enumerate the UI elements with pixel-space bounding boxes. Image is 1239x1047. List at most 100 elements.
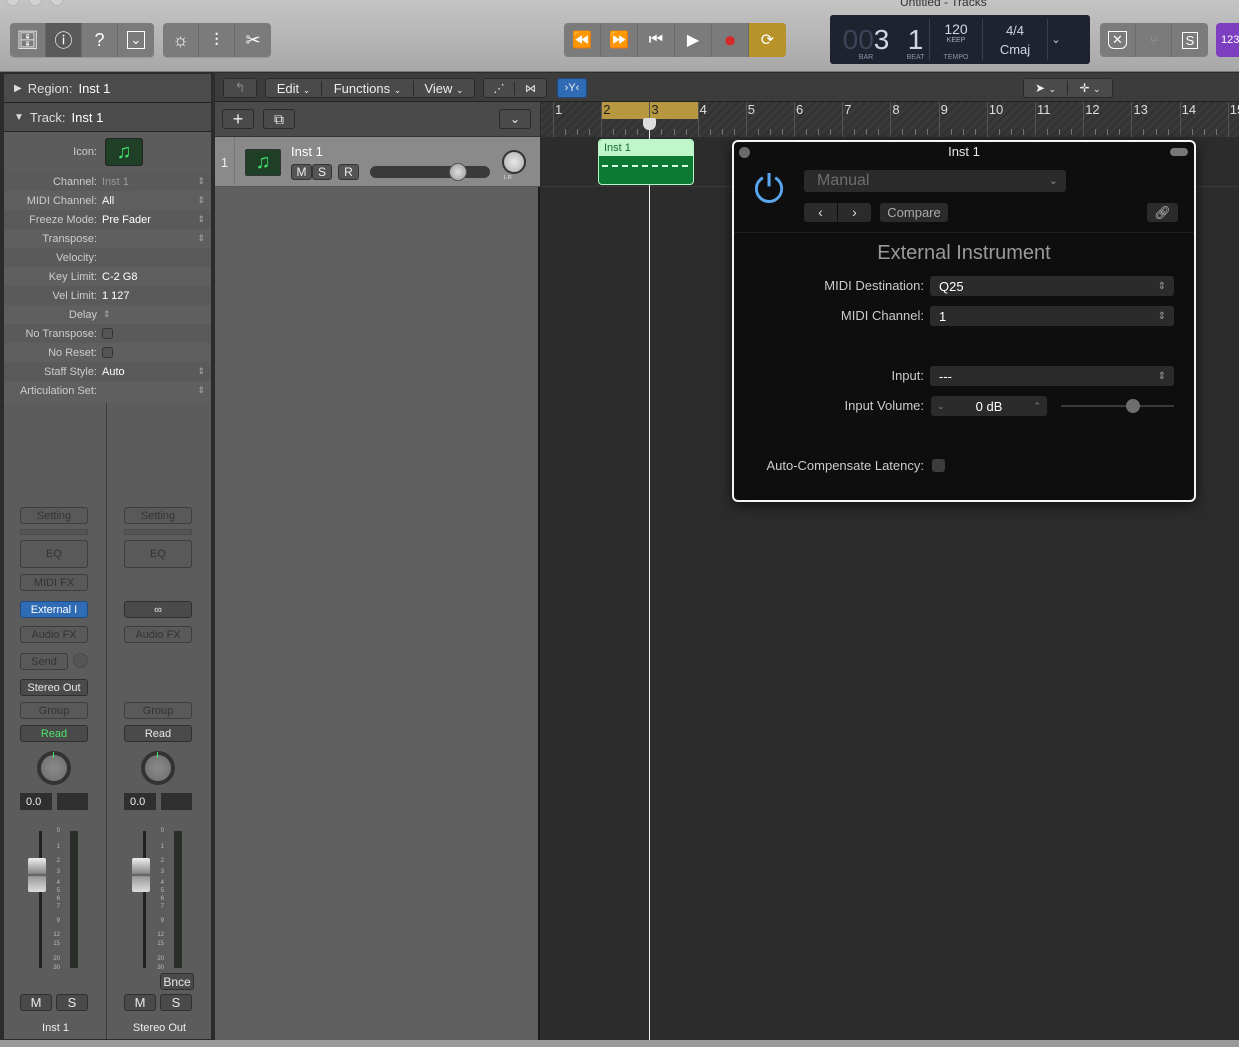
increment-icon[interactable]: ⌃ <box>1033 401 1041 412</box>
playhead-handle[interactable] <box>643 118 656 130</box>
volume-fader-track[interactable] <box>143 831 146 968</box>
auto-compensate-latency-checkbox[interactable] <box>932 459 945 472</box>
compare-button[interactable]: Compare <box>880 203 948 222</box>
region-inspector-header[interactable]: ▶ Region: Inst 1 <box>4 74 211 103</box>
mute-button[interactable]: M <box>20 994 52 1011</box>
volume-readout[interactable]: 0.0 <box>124 793 156 810</box>
playhead-line[interactable] <box>649 120 650 1040</box>
inspector-checkbox[interactable] <box>102 347 113 358</box>
link-button[interactable]: 🔗︎ <box>1147 203 1178 222</box>
bypass-power-button[interactable]: ⏻ <box>750 170 788 210</box>
eq-button[interactable]: EQ <box>124 540 192 568</box>
inspector-row[interactable]: Freeze Mode: Pre Fader ⇕ <box>4 210 211 229</box>
mixer-button[interactable]: ⫶ <box>199 23 235 57</box>
lcd-menu-button[interactable]: ⌄ <box>1048 15 1064 64</box>
inspector-row[interactable]: No Transpose: <box>4 324 211 343</box>
inspector-button[interactable]: ⓘ <box>46 23 82 57</box>
midi-destination-select[interactable]: Q25 ⇕ <box>930 276 1174 296</box>
bounce-button[interactable]: Bnce <box>160 973 194 990</box>
lcd-tempo[interactable]: 120 KEEP TEMPO <box>930 15 982 64</box>
volume-fader-track[interactable] <box>39 831 42 968</box>
track-solo-button[interactable]: S <box>312 164 332 180</box>
inspector-row[interactable]: Vel Limit: 1 127 <box>4 286 211 305</box>
updown-icon[interactable]: ⇕ <box>103 309 111 320</box>
send-slot[interactable]: Send <box>20 653 68 670</box>
fast-forward-button[interactable]: ⏩ <box>601 23 638 57</box>
audio-fx-slot[interactable]: Audio FX <box>20 626 88 643</box>
library-button[interactable]: 🗄 <box>10 23 46 57</box>
new-track-button[interactable]: + <box>222 109 254 129</box>
toolbar-toggle-button[interactable]: ⌄ <box>118 23 154 57</box>
record-button[interactable]: ● <box>712 23 749 57</box>
midi-fx-slot[interactable]: MIDI FX <box>20 574 88 591</box>
track-volume-slider[interactable] <box>370 166 490 178</box>
next-preset-button[interactable]: › <box>838 203 871 222</box>
send-level-knob[interactable] <box>73 653 88 668</box>
track-record-button[interactable]: R <box>338 164 359 180</box>
preset-menu[interactable]: Manual ⌄ <box>804 170 1066 192</box>
inspector-checkbox[interactable] <box>102 328 113 339</box>
automation-mode-button[interactable]: Read <box>20 725 88 742</box>
audio-fx-slot[interactable]: Audio FX <box>124 626 192 643</box>
volume-readout[interactable]: 0.0 <box>20 793 52 810</box>
duplicate-track-button[interactable]: ⧉ <box>263 109 295 129</box>
track-mute-button[interactable]: M <box>291 164 312 180</box>
count-in-button[interactable]: 123 <box>1216 23 1239 57</box>
automation-mode-button[interactable]: Read <box>124 725 192 742</box>
close-window-button[interactable] <box>6 0 20 6</box>
edit-menu[interactable]: Edit ⌄ <box>266 80 322 96</box>
play-button[interactable]: ▶ <box>675 23 712 57</box>
catch-button[interactable]: ↰ <box>223 78 257 98</box>
view-menu[interactable]: View ⌄ <box>414 81 474 96</box>
lcd-signature-key[interactable]: 4/4 Cmaj <box>983 15 1047 64</box>
lcd-display[interactable]: 003 BAR 1 BEAT 120 KEEP TEMPO 4/4 Cmaj ⌄ <box>830 15 1090 64</box>
global-tracks-button[interactable]: ⌄ <box>499 109 531 129</box>
setting-button[interactable]: Setting <box>124 507 192 524</box>
tuner-button[interactable]: ⑂ <box>1136 23 1172 57</box>
previous-preset-button[interactable]: ‹ <box>804 203 837 222</box>
track-volume-handle[interactable] <box>448 163 467 181</box>
inspector-row[interactable]: Velocity: <box>4 248 211 267</box>
input-volume-slider[interactable] <box>1061 405 1174 407</box>
output-slot[interactable]: Stereo Out <box>20 679 88 696</box>
zoom-window-button[interactable] <box>50 0 64 6</box>
editors-button[interactable]: ✂ <box>235 23 271 57</box>
eq-button[interactable]: EQ <box>20 540 88 568</box>
cmd-click-tool-menu[interactable]: ✛ ⌄ <box>1068 81 1112 95</box>
functions-menu[interactable]: Functions ⌄ <box>322 80 414 96</box>
inspector-row[interactable]: Transpose: ⇕ <box>4 229 211 248</box>
solo-button[interactable]: S <box>56 994 88 1011</box>
balance-knob[interactable] <box>141 751 175 785</box>
track-name[interactable]: Inst 1 <box>291 144 323 159</box>
mute-button[interactable]: M <box>124 994 156 1011</box>
plugin-window-toggle[interactable] <box>1170 148 1188 156</box>
list-editors-button[interactable]: ✕ <box>1100 23 1136 57</box>
volume-fader-handle[interactable] <box>28 858 46 892</box>
midi-region[interactable]: Inst 1 <box>598 139 694 185</box>
flex-button[interactable]: ⋈ <box>515 82 546 95</box>
input-select[interactable]: --- ⇕ <box>930 366 1174 386</box>
solo-button[interactable]: S <box>160 994 192 1011</box>
inspector-row[interactable]: Channel: Inst 1 ⇕ <box>4 172 211 191</box>
smart-controls-button[interactable]: ☼ <box>163 23 199 57</box>
snap-to-playhead-button[interactable]: ›Y‹ <box>557 78 587 98</box>
input-volume-field[interactable]: ⌄ 0 dB ⌃ <box>931 396 1047 416</box>
inspector-row[interactable]: Staff Style: Auto ⇕ <box>4 362 211 381</box>
decrement-icon[interactable]: ⌄ <box>937 401 945 412</box>
minimize-window-button[interactable] <box>28 0 42 6</box>
solo-mode-button[interactable]: S <box>1172 23 1208 57</box>
group-slot[interactable]: Group <box>20 702 88 719</box>
cycle-button[interactable]: ⟳ <box>749 23 786 57</box>
inspector-row[interactable]: No Reset: <box>4 343 211 362</box>
stereo-link-button[interactable]: ∞ <box>124 601 192 618</box>
go-to-beginning-button[interactable]: ⏮ <box>638 23 675 57</box>
inspector-row[interactable]: Key Limit: C-2 G8 <box>4 267 211 286</box>
inspector-row[interactable]: MIDI Channel: All ⇕ <box>4 191 211 210</box>
group-slot[interactable]: Group <box>124 702 192 719</box>
quick-help-button[interactable]: ? <box>82 23 118 57</box>
rewind-button[interactable]: ⏪ <box>564 23 601 57</box>
inspector-row[interactable]: Articulation Set: ⇕ <box>4 381 211 400</box>
volume-fader-handle[interactable] <box>132 858 150 892</box>
setting-button[interactable]: Setting <box>20 507 88 524</box>
track-list-empty-area[interactable] <box>215 187 540 1040</box>
